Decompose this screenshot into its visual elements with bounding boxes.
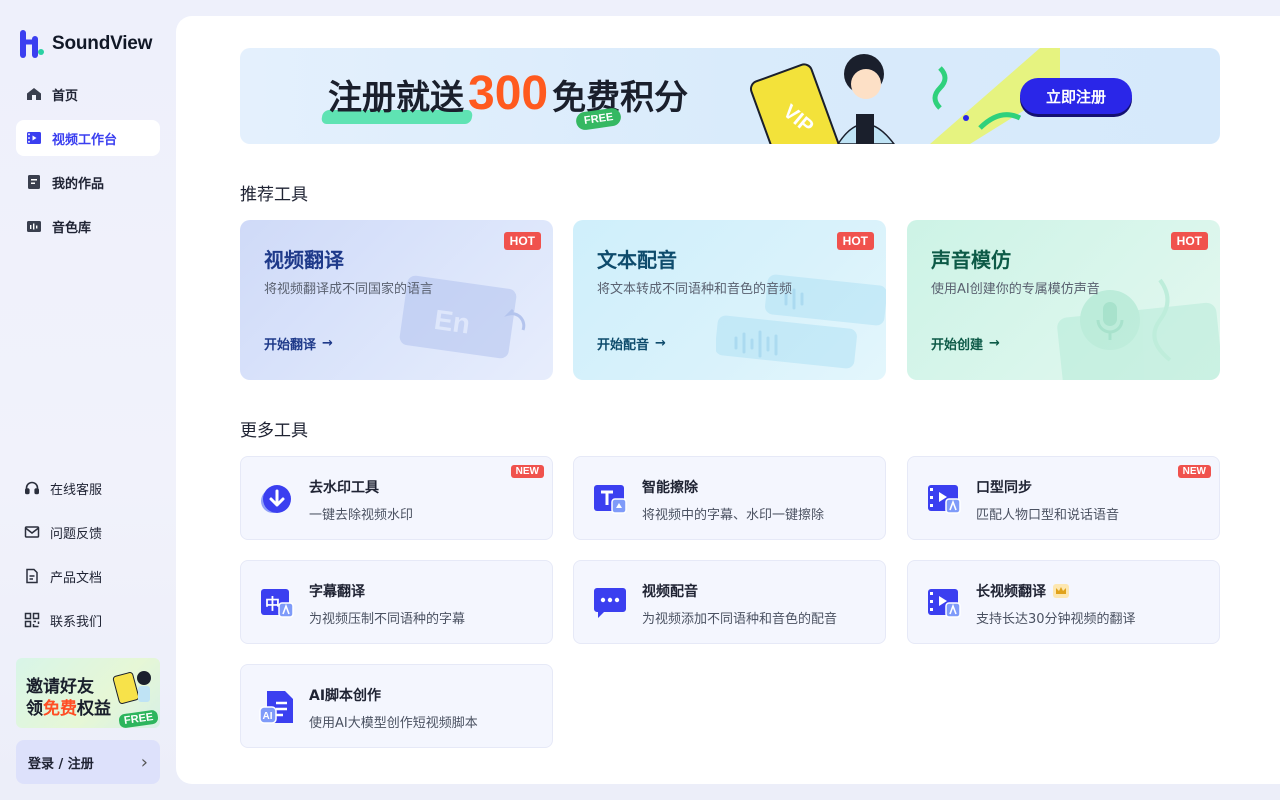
tool-title: 字幕翻译 <box>309 584 365 600</box>
text-dubbing-card[interactable]: HOT 文本配音 将文本转成不同语种和音色的音频 开始配音 → <box>573 220 886 380</box>
document-icon <box>26 174 42 190</box>
card-title: 文本配音 <box>597 248 677 272</box>
headset-icon <box>24 480 40 496</box>
tool-description: 一键去除视频水印 <box>309 508 414 523</box>
chat-dubbing-icon <box>594 588 626 618</box>
online-support-link[interactable]: 在线客服 <box>16 470 160 506</box>
main-nav: 首页 视频工作台 我的作品 音色库 <box>16 76 160 252</box>
sidebar-item-home[interactable]: 首页 <box>16 76 160 112</box>
sidebar-item-audio-library[interactable]: 音色库 <box>16 208 160 244</box>
support-label: 在线客服 <box>50 482 103 498</box>
tool-title: 视频配音 <box>642 584 698 600</box>
invite-friends-banner[interactable]: 邀请好友 领免费权益 FREE <box>16 658 160 728</box>
mail-icon <box>24 524 40 540</box>
tool-subtitle-translate[interactable]: 中 字幕翻译 为视频压制不同语种的字幕 <box>240 560 553 644</box>
arrow-right-icon: → <box>989 336 1000 351</box>
sidebar-item-label: 音色库 <box>52 220 92 236</box>
sidebar-item-label: 我的作品 <box>52 176 105 192</box>
video-workbench-icon <box>26 130 42 146</box>
register-now-button[interactable]: 立即注册 <box>1020 78 1132 114</box>
support-label: 联系我们 <box>50 614 103 630</box>
invite-subtitle: 领免费权益 <box>26 699 111 719</box>
tool-description: 匹配人物口型和说话语音 <box>976 508 1120 523</box>
sidebar: SoundView 首页 视频工作台 我的作品 音色库 在线客服 问题反馈 产品… <box>0 0 176 800</box>
audio-library-icon <box>26 218 42 234</box>
tool-description: 将视频中的字幕、水印一键擦除 <box>642 508 825 523</box>
tool-long-video-translate[interactable]: 长视频翻译 支持长达30分钟视频的翻译 <box>907 560 1220 644</box>
sidebar-item-label: 首页 <box>52 88 79 104</box>
tool-title: AI脚本创作 <box>309 688 382 704</box>
sidebar-item-video-workbench[interactable]: 视频工作台 <box>16 120 160 156</box>
tool-description: 为视频添加不同语种和音色的配音 <box>642 612 838 627</box>
qrcode-icon <box>24 612 40 628</box>
hot-badge: HOT <box>836 232 874 250</box>
video-translate-card[interactable]: En HOT 视频翻译 将视频翻译成不同国家的语言 开始翻译 → <box>240 220 553 380</box>
home-icon <box>26 86 42 102</box>
arrow-right-icon: → <box>322 336 333 351</box>
card-description: 将文本转成不同语种和音色的音频 <box>597 282 793 297</box>
main-panel: 注册就送 300 免费积分 FREE VIP 立即注册 推荐工具 En HOT … <box>176 16 1280 784</box>
svg-text:En: En <box>432 304 472 340</box>
start-create-link[interactable]: 开始创建 → <box>931 334 1000 353</box>
login-label: 登录 / 注册 <box>28 756 94 772</box>
sidebar-item-label: 视频工作台 <box>52 132 118 148</box>
tool-smart-erase[interactable]: 智能擦除 将视频中的字幕、水印一键擦除 <box>573 456 886 540</box>
vip-character-illustration-icon: VIP <box>749 48 1060 144</box>
new-badge: NEW <box>1177 465 1211 478</box>
card-title: 视频翻译 <box>264 248 344 272</box>
tool-description: 使用AI大模型创作短视频脚本 <box>309 716 478 731</box>
svg-text:AI: AI <box>263 711 273 722</box>
tool-title: 长视频翻译 <box>976 581 1070 601</box>
card-description: 使用AI创建你的专属模仿声音 <box>931 282 1100 297</box>
sidebar-item-my-works[interactable]: 我的作品 <box>16 164 160 200</box>
brand-name: SoundView <box>52 33 153 54</box>
promo-banner[interactable]: 注册就送 300 免费积分 FREE VIP 立即注册 <box>240 48 1220 144</box>
recommended-section-title: 推荐工具 <box>240 185 308 205</box>
logo-icon <box>20 30 44 58</box>
download-circle-icon <box>261 485 291 513</box>
feedback-link[interactable]: 问题反馈 <box>16 514 160 550</box>
crown-icon <box>1053 584 1069 598</box>
tool-title: 智能擦除 <box>642 480 698 496</box>
support-links: 在线客服 问题反馈 产品文档 联系我们 <box>16 470 160 646</box>
text-erase-icon <box>594 485 627 514</box>
support-label: 问题反馈 <box>50 526 103 542</box>
more-tools-section-title: 更多工具 <box>240 421 308 441</box>
tool-title: 去水印工具 <box>309 480 379 496</box>
hot-badge: HOT <box>503 232 541 250</box>
voice-clone-card[interactable]: HOT 声音模仿 使用AI创建你的专属模仿声音 开始创建 → <box>907 220 1220 380</box>
ai-script-icon: AI <box>259 691 293 724</box>
docs-link[interactable]: 产品文档 <box>16 558 160 594</box>
tool-title: 口型同步 <box>976 480 1032 496</box>
contact-link[interactable]: 联系我们 <box>16 602 160 638</box>
login-register-button[interactable]: 登录 / 注册 › <box>16 740 160 784</box>
tool-lip-sync[interactable]: 口型同步 匹配人物口型和说话语音 NEW <box>907 456 1220 540</box>
vip-card-illustration-icon <box>112 671 151 704</box>
tool-ai-script[interactable]: AI AI脚本创作 使用AI大模型创作短视频脚本 <box>240 664 553 748</box>
tool-description: 支持长达30分钟视频的翻译 <box>976 612 1136 627</box>
lip-sync-icon <box>928 485 961 514</box>
tool-description: 为视频压制不同语种的字幕 <box>309 612 466 627</box>
arrow-right-icon: → <box>655 336 666 351</box>
long-video-icon <box>928 589 961 618</box>
support-label: 产品文档 <box>50 570 103 586</box>
card-description: 将视频翻译成不同国家的语言 <box>264 282 434 297</box>
hot-badge: HOT <box>1170 232 1208 250</box>
card-title: 声音模仿 <box>931 248 1011 272</box>
file-text-icon <box>24 568 40 584</box>
svg-text:中: 中 <box>265 595 280 613</box>
logo[interactable]: SoundView <box>20 30 152 58</box>
start-translate-link[interactable]: 开始翻译 → <box>264 334 333 353</box>
tool-watermark-remover[interactable]: 去水印工具 一键去除视频水印 NEW <box>240 456 553 540</box>
subtitle-translate-icon: 中 <box>261 589 294 618</box>
banner-headline: 注册就送 300 免费积分 <box>328 67 689 120</box>
new-badge: NEW <box>510 465 544 478</box>
chevron-right-icon: › <box>140 751 148 773</box>
banner-points-number: 300 <box>468 67 549 120</box>
start-dubbing-link[interactable]: 开始配音 → <box>597 334 666 353</box>
tool-video-dubbing[interactable]: 视频配音 为视频添加不同语种和音色的配音 <box>573 560 886 644</box>
